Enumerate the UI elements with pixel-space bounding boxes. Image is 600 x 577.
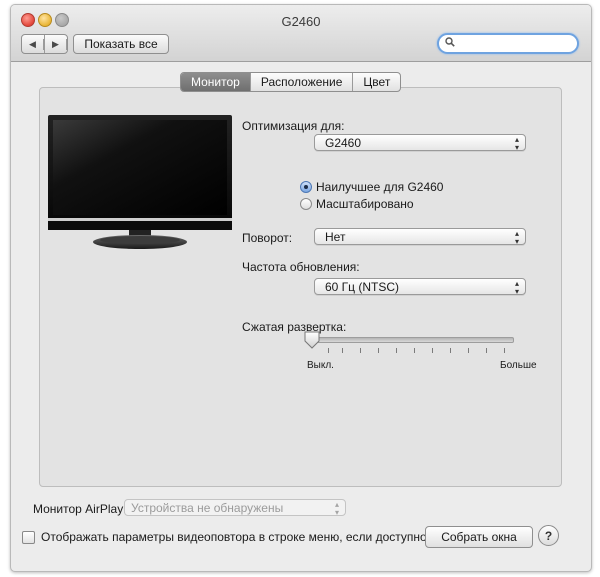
- show-all-button[interactable]: Показать все: [73, 34, 169, 54]
- optimize-value: G2460: [325, 136, 362, 150]
- refresh-rate-value: 60 Гц (NTSC): [325, 280, 400, 294]
- mirror-options-label: Отображать параметры видеоповтора в стро…: [41, 530, 427, 544]
- nav-buttons: ◀ ▶: [21, 34, 68, 54]
- radio-scaled-label: Масштабировано: [316, 197, 414, 211]
- titlebar: G2460 ◀ ▶ Показать все: [11, 5, 591, 62]
- underscan-slider-thumb[interactable]: [302, 330, 322, 350]
- radio-scaled[interactable]: Масштабировано: [300, 197, 414, 211]
- optimize-label: Оптимизация для:: [242, 119, 345, 133]
- rotation-value: Нет: [325, 230, 346, 244]
- tab-color[interactable]: Цвет: [353, 73, 400, 91]
- airplay-value: Устройства не обнаружены: [131, 501, 284, 515]
- slider-tick: [486, 348, 487, 353]
- search-icon: [445, 37, 455, 47]
- refresh-rate-popup[interactable]: 60 Гц (NTSC) ▴ ▾: [314, 278, 526, 295]
- rotation-popup[interactable]: Нет ▴ ▾: [314, 228, 526, 245]
- slider-tick: [504, 348, 505, 353]
- popup-arrows-icon: ▴ ▾: [514, 278, 519, 296]
- popup-arrows-icon: ▴ ▾: [514, 228, 519, 246]
- popup-arrows-icon: ▴ ▾: [514, 134, 519, 152]
- tab-arrangement[interactable]: Расположение: [251, 73, 354, 91]
- underscan-min-label: Выкл.: [307, 360, 334, 371]
- popup-arrows-icon: ▴ ▾: [334, 499, 339, 517]
- underscan-label: Сжатая развертка:: [242, 320, 347, 334]
- help-button[interactable]: ?: [538, 525, 559, 546]
- slider-tick: [396, 348, 397, 353]
- radio-selected-icon: [300, 181, 312, 193]
- airplay-label: Монитор AirPlay:: [33, 502, 127, 516]
- slider-tick: [342, 348, 343, 353]
- airplay-popup[interactable]: Устройства не обнаружены ▴ ▾: [124, 499, 346, 516]
- forward-button[interactable]: ▶: [45, 35, 67, 53]
- gather-windows-button[interactable]: Собрать окна: [425, 526, 533, 548]
- refresh-rate-label: Частота обновления:: [242, 260, 360, 274]
- slider-tick: [450, 348, 451, 353]
- slider-tick: [468, 348, 469, 353]
- slider-tick: [328, 348, 329, 353]
- optimize-popup[interactable]: G2460 ▴ ▾: [314, 134, 526, 151]
- search-field[interactable]: [437, 33, 579, 54]
- mirror-options-checkbox[interactable]: [22, 531, 35, 544]
- back-arrow-icon: ◀: [22, 38, 44, 50]
- radio-unselected-icon: [300, 198, 312, 210]
- window-title: G2460: [281, 14, 321, 29]
- display-image: [48, 115, 232, 249]
- rotation-label: Поворот:: [242, 231, 293, 245]
- slider-tick: [432, 348, 433, 353]
- underscan-slider-track[interactable]: [312, 337, 514, 343]
- back-button[interactable]: ◀: [22, 35, 45, 53]
- radio-best-label: Наилучшее для G2460: [316, 180, 444, 194]
- underscan-max-label: Больше: [500, 360, 537, 371]
- forward-arrow-icon: ▶: [45, 38, 67, 50]
- slider-tick: [414, 348, 415, 353]
- slider-tick: [378, 348, 379, 353]
- slider-tick: [360, 348, 361, 353]
- tab-bar: Монитор Расположение Цвет: [180, 72, 402, 92]
- radio-best-for-display[interactable]: Наилучшее для G2460: [300, 180, 443, 194]
- tab-monitor[interactable]: Монитор: [181, 73, 251, 91]
